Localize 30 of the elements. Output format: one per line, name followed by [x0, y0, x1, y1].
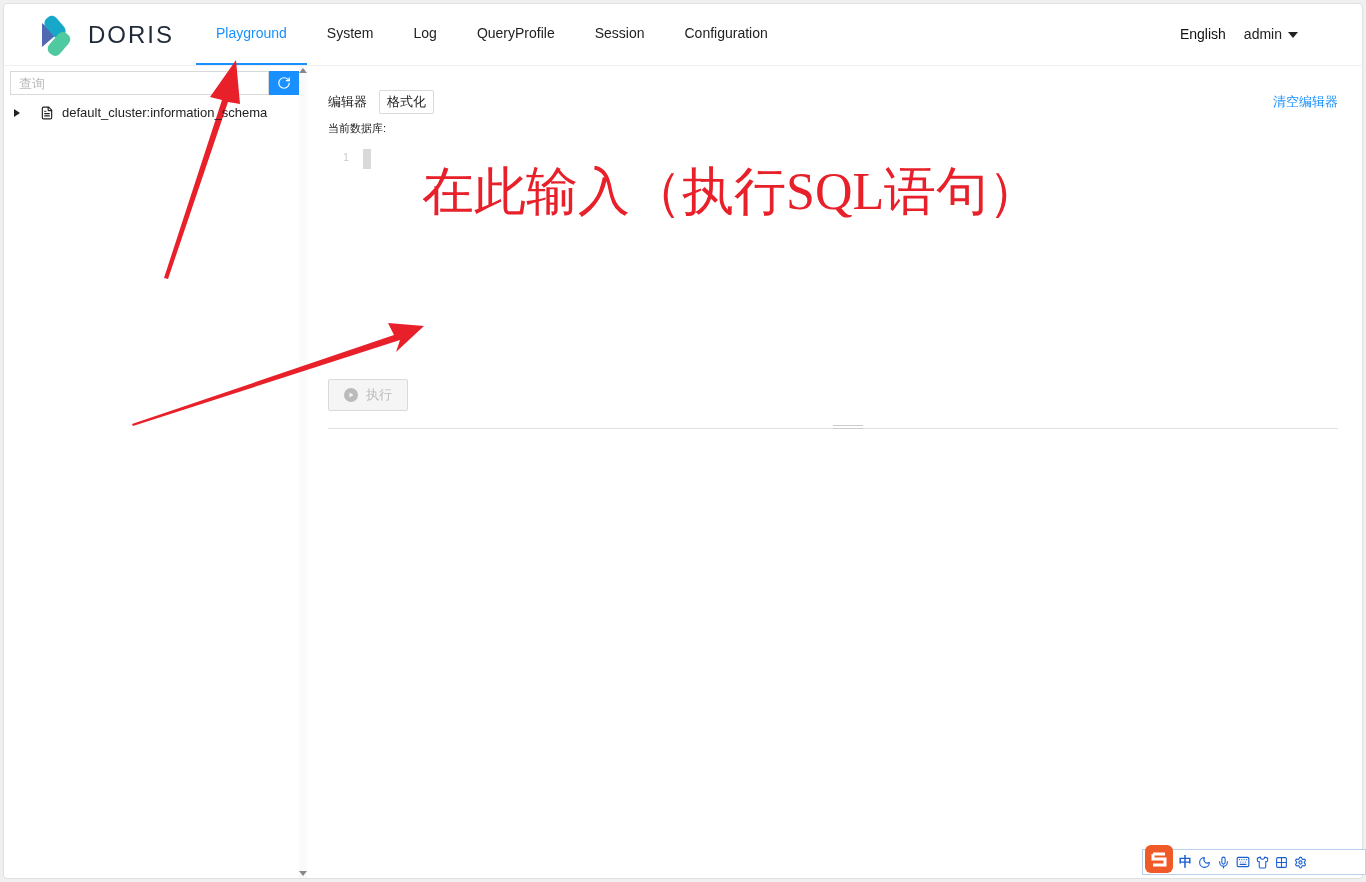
settings-icon[interactable] — [1294, 855, 1307, 869]
scroll-up-icon[interactable] — [299, 68, 307, 73]
play-icon — [344, 388, 358, 402]
grid-icon[interactable] — [1275, 855, 1288, 869]
scroll-down-icon[interactable] — [299, 871, 307, 876]
nav-tab[interactable]: Session — [574, 4, 665, 65]
language-switch[interactable]: English — [1179, 24, 1226, 45]
nav-tab[interactable]: Log — [393, 4, 457, 65]
caret-icon — [1288, 31, 1298, 38]
search-field[interactable]: 查询 — [10, 71, 269, 95]
shirt-icon[interactable] — [1256, 855, 1269, 869]
editor-label: 编辑器 — [328, 93, 367, 112]
nav-tab[interactable]: System — [306, 4, 394, 65]
user-menu[interactable]: admin — [1243, 24, 1298, 45]
resize-handle[interactable] — [833, 425, 863, 429]
nav-tab[interactable]: Configuration — [664, 4, 788, 65]
moon-icon[interactable] — [1198, 855, 1211, 869]
text-cursor — [363, 149, 371, 169]
refresh-icon — [277, 76, 291, 90]
annotation-text: 在此输入（执行SQL语句） — [422, 166, 1041, 218]
brand-name: DORIS — [88, 19, 174, 50]
expand-caret-icon[interactable] — [14, 108, 20, 117]
input-mode-toggle[interactable]: 中 — [1179, 852, 1192, 872]
refresh-button[interactable] — [269, 71, 299, 95]
database-icon — [40, 105, 54, 120]
current-database-label: 当前数据库: — [328, 121, 387, 136]
nav-tab[interactable]: QueryProfile — [456, 4, 575, 65]
keyboard-icon[interactable] — [1236, 855, 1250, 869]
microphone-icon[interactable] — [1217, 855, 1230, 869]
format-button[interactable]: 格式化 — [379, 90, 434, 114]
